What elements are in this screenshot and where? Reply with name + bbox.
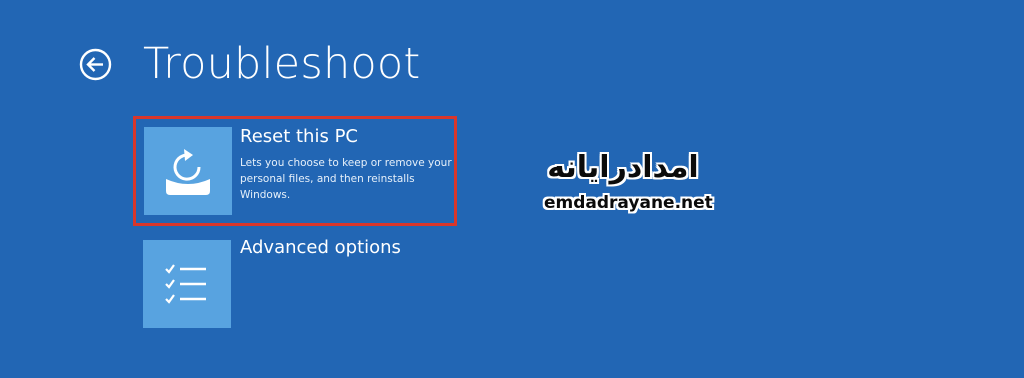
advanced-options-option[interactable]: Advanced options <box>133 232 457 332</box>
reset-option-description: Lets you choose to keep or remove your p… <box>240 157 452 201</box>
watermark-url: emdadrayane.net <box>544 193 713 213</box>
reset-this-pc-option[interactable]: Reset this PC Lets you choose to keep or… <box>133 116 457 226</box>
advanced-option-title: Advanced options <box>240 237 401 258</box>
back-button[interactable] <box>79 48 112 81</box>
reset-tile <box>144 127 232 215</box>
watermark-persian-name: امدادرایانه <box>547 150 699 185</box>
advanced-tile <box>143 240 231 328</box>
page-title: Troubleshoot <box>143 39 421 89</box>
reset-option-title: Reset this PC <box>240 126 358 147</box>
checklist-icon <box>165 264 206 304</box>
reset-pc-icon <box>166 149 210 195</box>
back-arrow-circle-icon <box>79 48 112 81</box>
watermark-logo: امدادرایانه emdadrayane.net <box>544 148 713 220</box>
